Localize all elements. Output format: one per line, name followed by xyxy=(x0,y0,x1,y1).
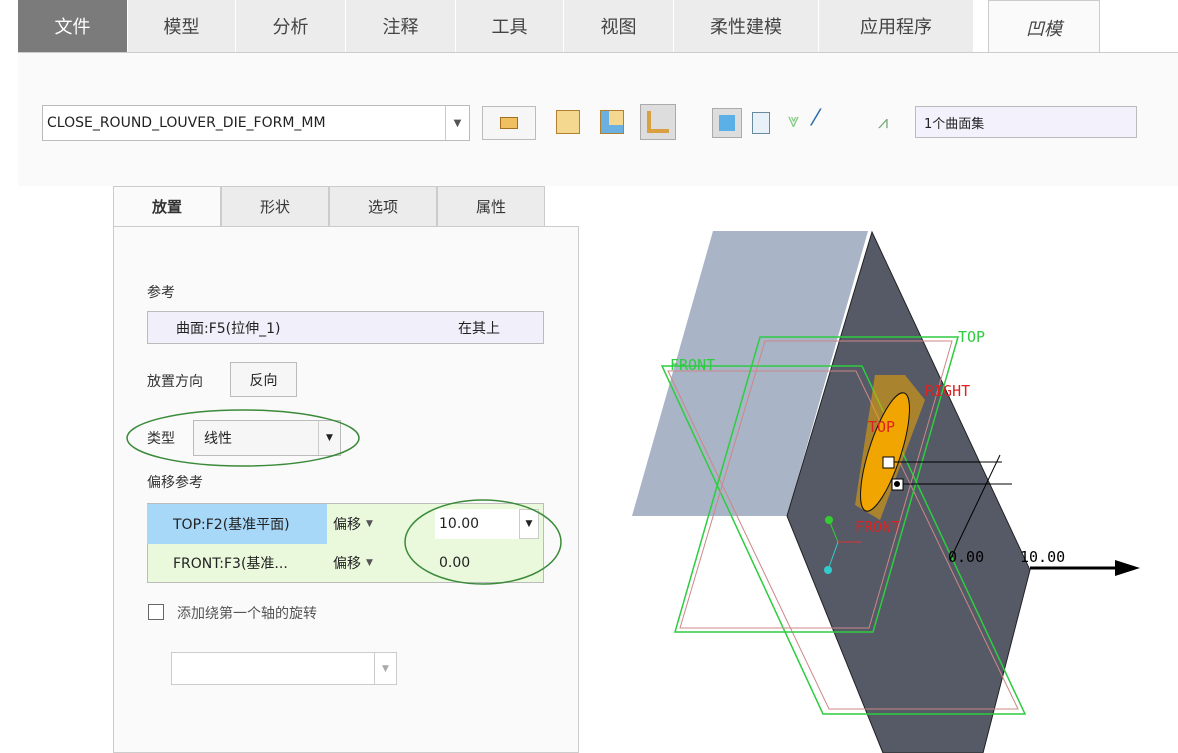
tab-analysis[interactable]: 分析 xyxy=(236,0,346,52)
csys-z-dot xyxy=(824,566,832,574)
reference-label: 参考 xyxy=(147,285,175,301)
chevron-down-icon[interactable]: ▼ xyxy=(318,421,340,455)
tab-label: 注释 xyxy=(382,17,419,38)
tab-label: 模型 xyxy=(163,17,200,38)
tab-label: 文件 xyxy=(54,17,91,38)
tab-label: 凹模 xyxy=(1026,19,1062,40)
type-select[interactable]: 线性 ▼ xyxy=(193,420,341,456)
subtab-label: 属性 xyxy=(475,198,506,216)
table-row[interactable]: FRONT:F3(基准... 偏移 ▼ 0.00 xyxy=(147,543,544,583)
tab-tools[interactable]: 工具 xyxy=(456,0,564,52)
component-window-icon[interactable] xyxy=(712,108,742,138)
bracket-icon xyxy=(647,111,669,133)
right-red-label: RIGHT xyxy=(925,382,970,400)
reference-constraint[interactable]: 在其上 xyxy=(458,318,500,338)
tab-label: 视图 xyxy=(600,17,637,38)
rotation-checkbox-label[interactable]: 添加绕第一个轴的旋转 xyxy=(177,603,317,623)
type-label: 类型 xyxy=(147,431,175,447)
tab-label: 柔性建模 xyxy=(710,17,782,38)
chevron-down-icon[interactable]: ▼ xyxy=(445,106,469,140)
chevron-down-icon[interactable]: ▼ xyxy=(366,519,373,529)
tab-label: 分析 xyxy=(272,17,309,38)
offset-value[interactable]: 0.00 xyxy=(439,555,470,571)
replace-part-icon[interactable] xyxy=(556,110,580,134)
reference-collector[interactable]: 曲面:F5(拉伸_1) 在其上 xyxy=(147,311,544,344)
subtab-label: 放置 xyxy=(151,198,182,216)
subtab-label: 选项 xyxy=(367,198,398,216)
handle-dot xyxy=(894,481,900,487)
offset-ref: FRONT:F3(基准... xyxy=(173,556,288,572)
surface-set-collector[interactable]: 1个曲面集 xyxy=(915,106,1137,138)
offset-ref-label: 偏移参考 xyxy=(147,475,203,491)
subtab-shape[interactable]: 形状 xyxy=(221,186,329,227)
subtab-label: 形状 xyxy=(259,198,290,216)
flip-direction-button[interactable]: 反向 xyxy=(230,362,297,397)
dependency-toggle-icon[interactable] xyxy=(640,104,676,140)
offset-value-input[interactable]: 10.00 xyxy=(435,509,519,539)
rotation-checkbox[interactable] xyxy=(148,604,164,620)
table-row[interactable]: TOP:F2(基准平面) 偏移 ▼ 10.00 ▼ xyxy=(147,504,544,544)
offset-mode[interactable]: 偏移 xyxy=(333,553,361,573)
subtab-placement[interactable]: 放置 xyxy=(113,186,221,227)
surface-set-icon[interactable]: ⩘ xyxy=(878,112,902,136)
type-value: 线性 xyxy=(204,431,232,447)
direction-arrow-icon[interactable]: ⩔ xyxy=(788,108,812,132)
tab-flexible-modeling[interactable]: 柔性建模 xyxy=(674,0,819,52)
top-red-label: TOP xyxy=(868,418,895,436)
top-green-label: TOP xyxy=(958,328,985,346)
front-red-label: FRONT xyxy=(855,518,900,536)
part-name: CLOSE_ROUND_LOUVER_DIE_FORM_MM xyxy=(47,115,326,131)
open-folder-button[interactable] xyxy=(482,106,536,140)
separate-window-icon[interactable] xyxy=(752,112,770,134)
offset-ref: TOP:F2(基准平面) xyxy=(147,504,327,544)
tab-die[interactable]: 凹模 xyxy=(988,0,1100,55)
direction-label: 放置方向 xyxy=(147,374,203,390)
front-green-label: FRONT xyxy=(670,356,715,374)
tab-annotate[interactable]: 注释 xyxy=(346,0,456,52)
tab-file[interactable]: 文件 xyxy=(18,0,128,52)
graphics-viewport[interactable]: FRONT TOP RIGHT TOP FRONT 0.00 10.00 xyxy=(580,227,1178,753)
dimension-value[interactable]: 10.00 xyxy=(1020,548,1065,566)
tab-label: 工具 xyxy=(491,17,528,38)
offset-mode[interactable]: 偏移 xyxy=(333,514,361,534)
folder-icon xyxy=(500,117,518,129)
tab-model[interactable]: 模型 xyxy=(128,0,236,52)
surface-set-value: 1个曲面集 xyxy=(924,116,985,132)
tab-applications[interactable]: 应用程序 xyxy=(819,0,974,52)
show-in-window-icon[interactable] xyxy=(600,110,624,134)
drag-handle[interactable] xyxy=(882,456,895,469)
tab-label: 应用程序 xyxy=(860,17,932,38)
subtab-options[interactable]: 选项 xyxy=(329,186,437,227)
flip-label: 反向 xyxy=(249,372,278,389)
part-select[interactable]: CLOSE_ROUND_LOUVER_DIE_FORM_MM ▼ xyxy=(42,105,470,141)
chevron-down-icon[interactable]: ▼ xyxy=(519,509,539,539)
tab-view[interactable]: 视图 xyxy=(564,0,674,52)
chevron-down-icon: ▼ xyxy=(374,653,396,684)
flip-icon[interactable]: ⁄ xyxy=(814,106,838,131)
rotation-axis-select[interactable]: ▼ xyxy=(171,652,397,685)
dimension-value[interactable]: 0.00 xyxy=(948,548,984,566)
arrowhead-icon xyxy=(1115,560,1140,576)
csys-y-dot xyxy=(825,516,833,524)
ribbon-tab-bar: 文件 模型 分析 注释 工具 视图 柔性建模 应用程序 凹模 xyxy=(0,0,1178,55)
reference-value: 曲面:F5(拉伸_1) xyxy=(176,320,281,337)
chevron-down-icon[interactable]: ▼ xyxy=(366,558,373,568)
window-glyph xyxy=(719,115,735,131)
subtab-properties[interactable]: 属性 xyxy=(437,186,545,227)
